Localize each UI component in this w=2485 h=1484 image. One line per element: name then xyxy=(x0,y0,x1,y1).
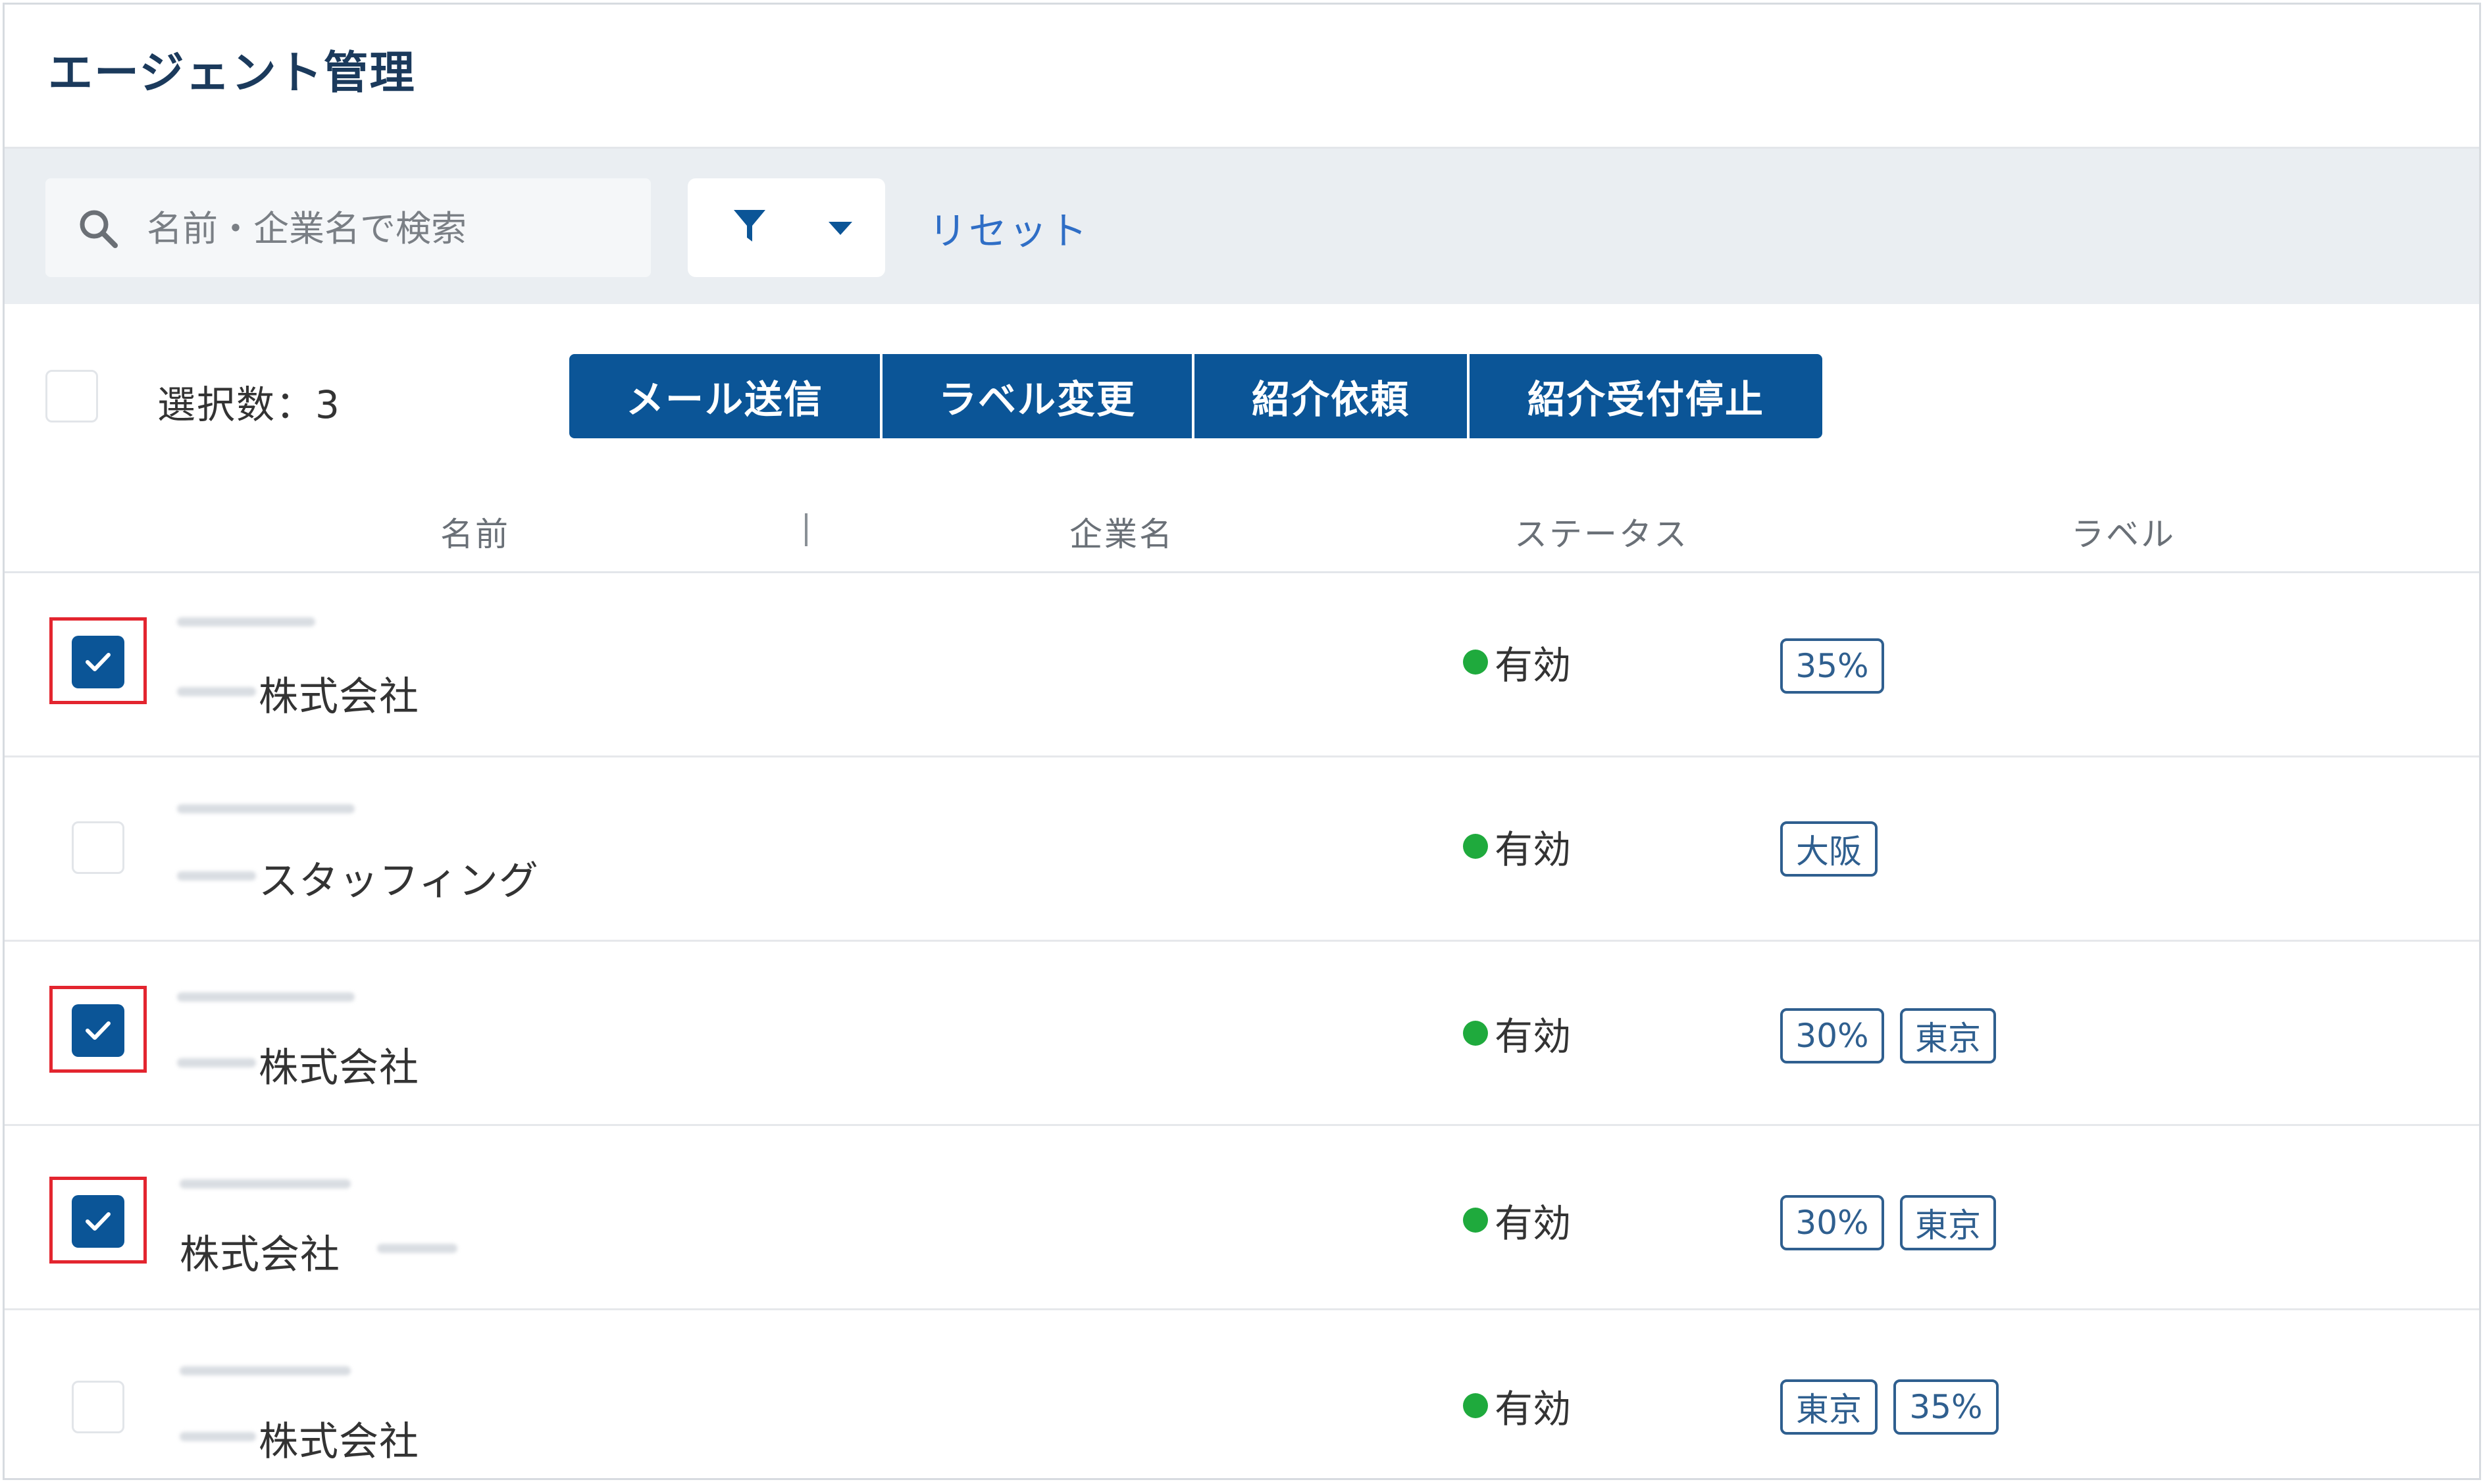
company-name: 株式会社 xyxy=(259,1045,419,1091)
column-header-label[interactable]: ラベル xyxy=(2071,508,2176,555)
redacted-name xyxy=(180,1366,351,1375)
search-box[interactable] xyxy=(45,178,651,277)
chevron-down-icon xyxy=(829,222,852,235)
filter-icon xyxy=(734,210,765,242)
redacted-text xyxy=(177,1058,256,1067)
status-dot-icon xyxy=(1463,650,1488,675)
label-tag: 30% xyxy=(1780,1008,1884,1063)
checkmark-icon xyxy=(86,1021,111,1040)
row-checkbox[interactable] xyxy=(72,1195,124,1248)
row-checkbox[interactable] xyxy=(72,1381,124,1433)
redacted-name xyxy=(177,617,315,627)
status-text: 有効 xyxy=(1495,643,1572,688)
label-tag: 30% xyxy=(1780,1195,1884,1250)
change-label-button[interactable]: ラベル変更 xyxy=(883,354,1194,438)
selection-count: 選択数：3 xyxy=(157,382,341,427)
search-icon xyxy=(80,210,118,248)
bulk-action-buttons: メール送信 ラベル変更 紹介依頼 紹介受付停止 xyxy=(569,354,1822,438)
search-toolbar: リセット xyxy=(5,149,2479,304)
status-cell: 有効 xyxy=(1463,634,1571,690)
send-mail-button[interactable]: メール送信 xyxy=(569,354,883,438)
filter-dropdown[interactable] xyxy=(688,178,885,277)
status-cell: 有効 xyxy=(1463,1192,1571,1248)
redacted-text xyxy=(180,1432,256,1441)
redacted-name xyxy=(177,804,355,813)
column-header-name[interactable]: 名前 xyxy=(440,508,510,555)
label-tag: 東京 xyxy=(1780,1379,1878,1435)
redacted-text xyxy=(377,1244,457,1253)
table-row[interactable]: 株式会社 有効 35% xyxy=(5,571,2479,757)
table-row[interactable]: 株式会社 有効 東京 35% xyxy=(5,1308,2479,1478)
redacted-name xyxy=(180,1179,351,1189)
table-header: 名前 企業名 ステータス ラベル xyxy=(5,475,2479,573)
table-row[interactable]: 株式会社 有効 30% 東京 xyxy=(5,1124,2479,1310)
reset-link[interactable]: リセット xyxy=(929,200,1089,255)
redacted-text xyxy=(177,687,256,696)
status-text: 有効 xyxy=(1495,1014,1572,1059)
company-name: スタッフィング xyxy=(259,858,539,904)
label-tag: 35% xyxy=(1780,638,1884,694)
checkmark-icon xyxy=(86,653,111,671)
column-header-company[interactable]: 企業名 xyxy=(1069,508,1174,555)
status-cell: 有効 xyxy=(1463,1378,1571,1433)
stop-referral-button[interactable]: 紹介受付停止 xyxy=(1470,354,1822,438)
redacted-text xyxy=(177,871,256,881)
row-checkbox[interactable] xyxy=(72,1004,124,1057)
request-referral-button[interactable]: 紹介依頼 xyxy=(1194,354,1470,438)
company-name: 株式会社 xyxy=(180,1232,340,1278)
company-name: 株式会社 xyxy=(259,674,419,720)
selection-bar: 選択数：3 メール送信 ラベル変更 紹介依頼 紹介受付停止 xyxy=(5,304,2479,475)
status-dot-icon xyxy=(1463,834,1488,859)
column-resize-handle[interactable] xyxy=(805,513,807,546)
search-input[interactable] xyxy=(145,198,635,259)
label-tag: 東京 xyxy=(1900,1195,1996,1250)
status-dot-icon xyxy=(1463,1021,1488,1046)
row-checkbox[interactable] xyxy=(72,821,124,874)
label-tag: 大阪 xyxy=(1780,821,1878,877)
row-checkbox[interactable] xyxy=(72,636,124,688)
column-header-status[interactable]: ステータス xyxy=(1514,508,1689,555)
table-row[interactable]: 株式会社 有効 30% 東京 xyxy=(5,940,2479,1126)
checkmark-icon xyxy=(86,1212,111,1231)
status-text: 有効 xyxy=(1495,827,1572,872)
status-cell: 有効 xyxy=(1463,1006,1571,1061)
select-all-checkbox[interactable] xyxy=(45,370,98,422)
label-tag: 35% xyxy=(1893,1379,1999,1435)
status-dot-icon xyxy=(1463,1208,1488,1233)
company-name: 株式会社 xyxy=(259,1419,419,1465)
status-text: 有効 xyxy=(1495,1201,1572,1246)
status-dot-icon xyxy=(1463,1393,1488,1418)
status-text: 有効 xyxy=(1495,1387,1572,1431)
redacted-name xyxy=(177,992,355,1002)
page-title: エージェント管理 xyxy=(48,47,416,99)
status-cell: 有効 xyxy=(1463,819,1571,874)
label-tag: 東京 xyxy=(1900,1008,1996,1063)
table-row[interactable]: スタッフィング 有効 大阪 xyxy=(5,755,2479,942)
agent-management-panel: エージェント管理 リセット 選択数：3 メール送信 ラベル変更 紹介依頼 紹介 xyxy=(3,3,2481,1480)
